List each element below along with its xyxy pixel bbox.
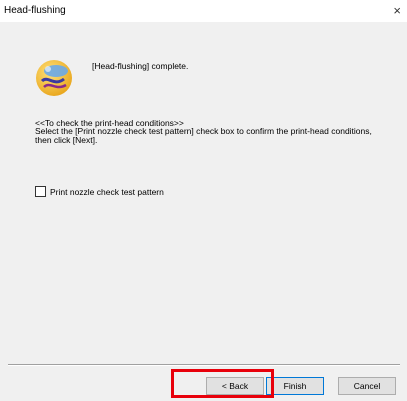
back-button[interactable]: < Back (206, 377, 264, 395)
nozzle-check-option[interactable]: Print nozzle check test pattern (35, 186, 164, 197)
close-icon[interactable]: × (393, 3, 401, 18)
instructions-body: Select the [Print nozzle check test patt… (35, 126, 372, 145)
cancel-button[interactable]: Cancel (338, 377, 396, 395)
finish-button[interactable]: Finish (266, 377, 324, 395)
nozzle-check-checkbox[interactable] (35, 186, 46, 197)
title-bar: Head-flushing × (0, 0, 407, 22)
divider (8, 364, 400, 366)
printer-head-flush-icon (34, 57, 74, 97)
status-message: [Head-flushing] complete. (92, 61, 189, 71)
nozzle-check-label[interactable]: Print nozzle check test pattern (50, 187, 164, 197)
window-title: Head-flushing (4, 5, 66, 16)
